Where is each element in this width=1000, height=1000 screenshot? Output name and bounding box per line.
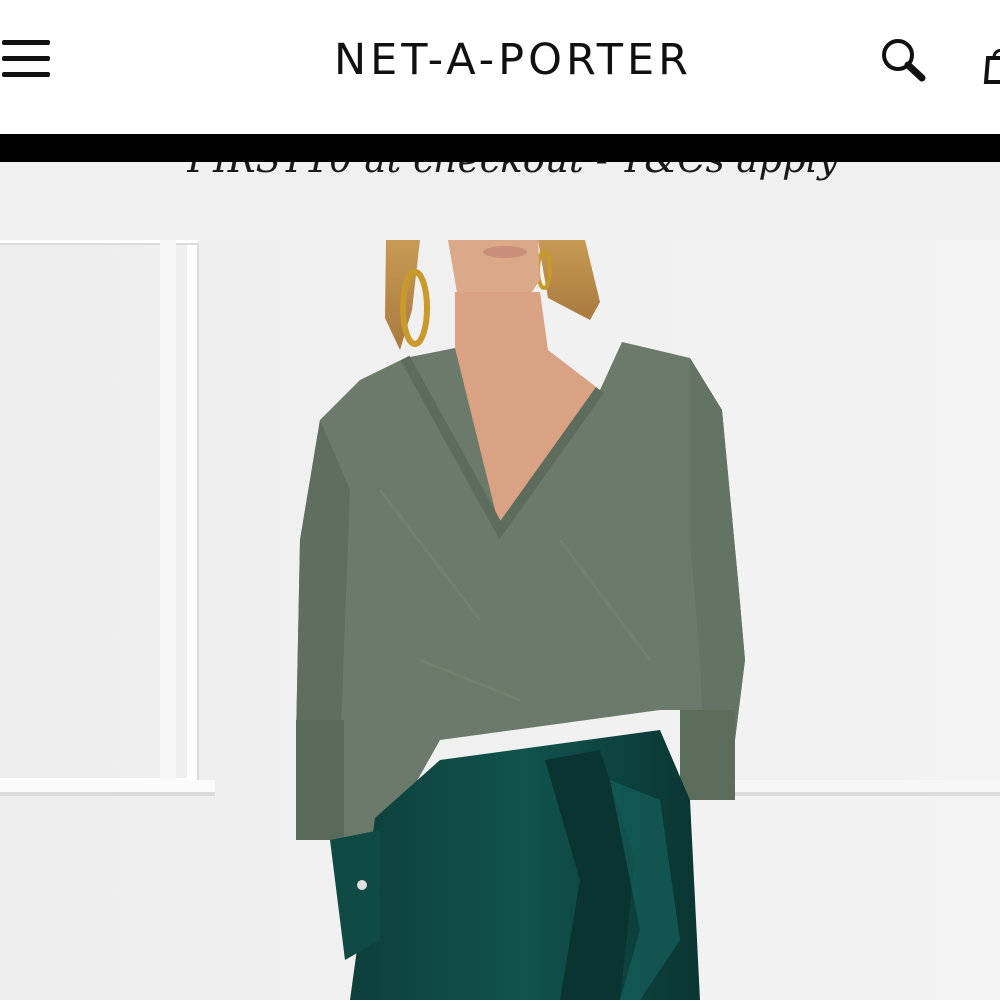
site-header: NET-A-PORTER bbox=[0, 0, 1000, 134]
announcement-bar bbox=[0, 134, 1000, 162]
promo-banner-text: FIRST10 at checkout - T&Cs apply bbox=[0, 162, 1000, 182]
shopping-bag-icon[interactable] bbox=[982, 44, 1000, 86]
search-icon[interactable] bbox=[878, 37, 930, 85]
brand-logo[interactable]: NET-A-PORTER bbox=[0, 34, 1000, 86]
product-image[interactable] bbox=[0, 240, 1000, 1000]
product-hero: FIRST10 at checkout - T&Cs apply bbox=[0, 162, 1000, 1000]
